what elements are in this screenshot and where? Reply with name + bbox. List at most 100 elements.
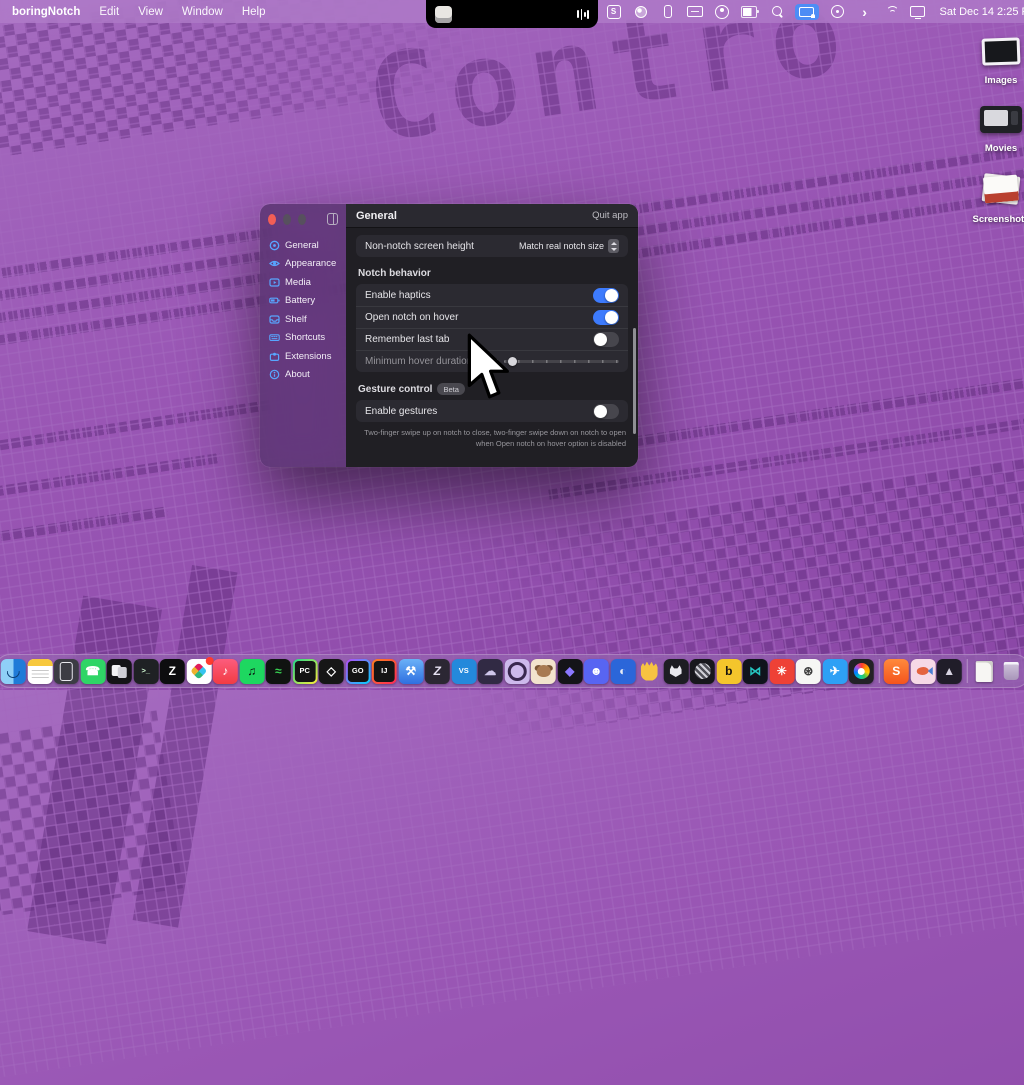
dock-trash[interactable] — [998, 659, 1023, 684]
dock-vscode[interactable]: VS — [451, 659, 476, 684]
notch-size-value: Match real notch size — [519, 241, 604, 251]
battery-icon[interactable] — [741, 4, 757, 19]
extensions-icon — [268, 350, 280, 362]
setting-label: Minimum hover duration — [365, 356, 472, 367]
search-icon[interactable] — [768, 4, 784, 19]
shelf-icon — [268, 313, 280, 325]
dock-striped-sphere-app[interactable] — [690, 659, 715, 684]
dock-intellij-idea[interactable]: IJ — [372, 659, 397, 684]
dock-apple-music[interactable]: ♪ — [213, 659, 238, 684]
dock-zed[interactable]: Z — [160, 659, 185, 684]
zoom-button[interactable] — [298, 214, 306, 225]
sidebar-toggle-icon[interactable] — [327, 213, 338, 225]
menu-bar-clock[interactable]: Sat Dec 14 2:25 PM — [940, 6, 1024, 18]
sphere-icon[interactable] — [633, 4, 649, 19]
wallpaper: Contro — [0, 0, 1024, 1085]
record-icon[interactable] — [830, 4, 846, 19]
dock-pycharm[interactable]: PC — [292, 659, 317, 684]
sidebar-item-media[interactable]: Media — [268, 276, 338, 288]
notch[interactable] — [426, 0, 598, 28]
dock-xcode[interactable]: ⚒ — [398, 659, 423, 684]
dock-bruno[interactable]: b — [716, 659, 741, 684]
sidebar-item-general[interactable]: General — [268, 239, 338, 251]
minimize-button[interactable] — [283, 214, 291, 225]
display-icon[interactable] — [910, 4, 926, 19]
menu-help[interactable]: Help — [242, 6, 266, 18]
dock-fish-app[interactable] — [910, 659, 935, 684]
desktop-stack-images[interactable]: Images — [970, 38, 1024, 86]
dock-terminal[interactable]: >_ — [133, 659, 158, 684]
blue-fan-app-glyph: ✈ — [830, 665, 840, 677]
dock-ghostty[interactable]: Z — [425, 659, 450, 684]
enable-haptics-toggle[interactable] — [593, 288, 619, 303]
notch-size-select[interactable]: Match real notch size — [519, 239, 619, 253]
dock-bluesky[interactable]: ⋈ — [743, 659, 768, 684]
stepper-icon — [608, 239, 619, 253]
dock-discord[interactable]: ☻ — [584, 659, 609, 684]
dock-activity-graph-app[interactable]: ≈ — [266, 659, 291, 684]
vscode-glyph: VS — [459, 667, 469, 675]
dock-slack[interactable] — [186, 659, 211, 684]
dock-purple-ring-app[interactable] — [504, 659, 529, 684]
dock-screen-studio[interactable]: S — [884, 659, 909, 684]
dock-hand-app[interactable] — [637, 659, 662, 684]
dock-starburst-app[interactable]: ✳ — [769, 659, 794, 684]
intellij-idea-glyph: IJ — [381, 667, 387, 675]
chevron-right-icon[interactable] — [857, 4, 873, 19]
dock-spotify[interactable]: ♫ — [239, 659, 264, 684]
setting-row-enable-haptics: Enable haptics — [356, 284, 628, 306]
audio-visualizer-icon — [577, 8, 589, 20]
open-notch-on-hover-toggle[interactable] — [593, 310, 619, 325]
cube-app-glyph: ◇ — [327, 665, 336, 677]
dock-cat-app[interactable] — [663, 659, 688, 684]
keyboard-battery-icon[interactable] — [687, 4, 703, 19]
sidebar-item-extensions[interactable]: Extensions — [268, 350, 338, 362]
menu-view[interactable]: View — [138, 6, 163, 18]
screen-mirroring-icon[interactable] — [795, 4, 819, 20]
dock-rocket-app[interactable]: ▲ — [937, 659, 962, 684]
s-app-icon[interactable] — [606, 4, 622, 19]
dock-cube-app[interactable]: ◇ — [319, 659, 344, 684]
dock-final-cut-pro[interactable] — [849, 659, 874, 684]
dock-notes[interactable] — [27, 659, 52, 684]
menu-app-name[interactable]: boringNotch — [12, 6, 80, 18]
desktop-stack-screenshots[interactable]: Screenshots — [970, 174, 1024, 225]
wifi-icon[interactable] — [884, 4, 899, 19]
dock-obsidian[interactable]: ◆ — [557, 659, 582, 684]
sidebar-item-shelf[interactable]: Shelf — [268, 313, 338, 325]
dock-dog-app[interactable] — [531, 659, 556, 684]
dock-moon-app[interactable]: ◐ — [610, 659, 635, 684]
desktop-stack-movies[interactable]: Movies — [970, 106, 1024, 154]
sidebar-item-label: About — [285, 369, 310, 380]
dock-documents-stack[interactable] — [972, 659, 997, 684]
dock-chatgpt[interactable]: ⊛ — [796, 659, 821, 684]
dock-cloud-app[interactable]: ☁ — [478, 659, 503, 684]
dock-iphone-mirroring[interactable] — [54, 659, 79, 684]
sidebar-item-label: Extensions — [285, 351, 331, 362]
sidebar-item-battery[interactable]: Battery — [268, 295, 338, 307]
quit-app-button[interactable]: Quit app — [592, 210, 628, 221]
dock-blue-fan-app[interactable]: ✈ — [822, 659, 847, 684]
general-icon — [268, 239, 280, 251]
dock-goland[interactable]: GO — [345, 659, 370, 684]
user-account-icon[interactable] — [714, 4, 730, 19]
close-button[interactable] — [268, 214, 276, 225]
airpods-case-icon[interactable] — [660, 4, 676, 19]
remember-last-tab-toggle[interactable] — [593, 332, 619, 347]
sidebar-item-appearance[interactable]: Appearance — [268, 258, 338, 270]
stack-label: Images — [970, 75, 1024, 86]
dock-windows-app[interactable] — [107, 659, 132, 684]
sidebar-item-label: Media — [285, 277, 311, 288]
dock-separator — [966, 659, 967, 683]
window-sidebar: General Appearance Media Battery Shelf Shortc… — [260, 204, 346, 467]
dock-whatsapp[interactable]: ☎ — [80, 659, 105, 684]
sidebar-item-shortcuts[interactable]: Shortcuts — [268, 332, 338, 344]
scrollbar[interactable] — [633, 328, 636, 434]
menu-window[interactable]: Window — [182, 6, 223, 18]
menu-edit[interactable]: Edit — [99, 6, 119, 18]
shots-stack-icon — [980, 174, 1022, 204]
dock-finder[interactable] — [1, 659, 26, 684]
minimum-hover-duration-slider[interactable] — [504, 360, 619, 363]
sidebar-item-about[interactable]: About — [268, 369, 338, 381]
enable-gestures-toggle[interactable] — [593, 404, 619, 419]
